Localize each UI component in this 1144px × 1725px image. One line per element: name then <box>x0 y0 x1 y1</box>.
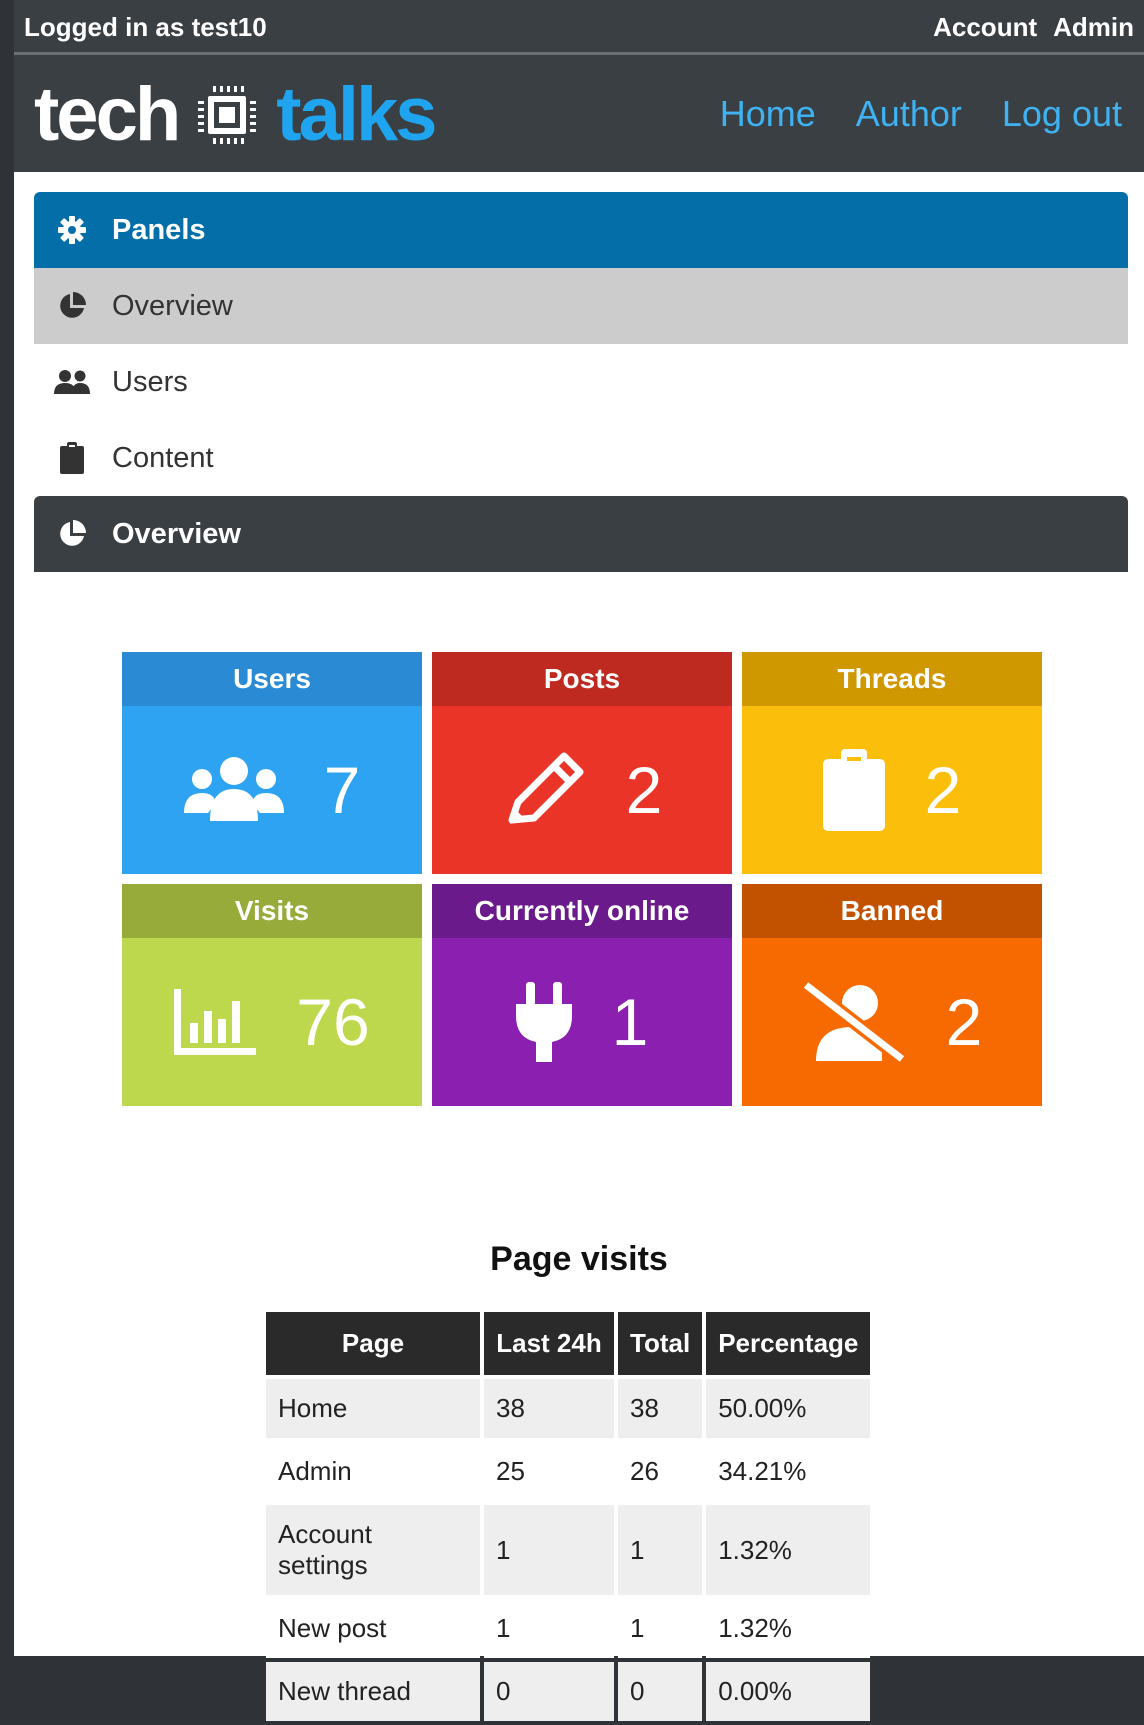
tile-label: Users <box>122 652 422 706</box>
nav-author[interactable]: Author <box>856 93 962 135</box>
plug-icon <box>515 982 572 1062</box>
tile-value: 1 <box>611 985 649 1059</box>
tile-users[interactable]: Users 7 <box>122 652 422 874</box>
tile-threads[interactable]: Threads 2 <box>742 652 1042 874</box>
table-header-row: Page Last 24h Total Percentage <box>266 1312 871 1375</box>
nav-home[interactable]: Home <box>720 93 816 135</box>
tile-visits[interactable]: Visits 76 <box>122 884 422 1106</box>
panels-title: Panels <box>112 213 206 246</box>
tile-value: 2 <box>945 985 983 1059</box>
table-cell: 1 <box>618 1505 703 1595</box>
tile-value: 2 <box>625 753 663 827</box>
sidebar-item-users[interactable]: Users <box>34 344 1128 420</box>
table-cell: Home <box>266 1379 480 1438</box>
users-icon <box>183 757 284 821</box>
pie-chart-icon <box>52 291 92 321</box>
tile-label: Currently online <box>432 884 732 938</box>
table-cell: 0 <box>484 1662 614 1721</box>
users-icon <box>52 368 92 396</box>
table-row: New thread 0 0 0.00% <box>266 1662 871 1721</box>
table-row: New post 1 1 1.32% <box>266 1599 871 1658</box>
table-cell: New thread <box>266 1662 480 1721</box>
tile-currently-online[interactable]: Currently online 1 <box>432 884 732 1106</box>
page-visits-title: Page visits <box>490 1240 668 1278</box>
panels-header: Panels <box>34 192 1128 268</box>
sidebar-item-label: Content <box>112 441 214 474</box>
gear-icon <box>52 215 92 245</box>
nav-logout[interactable]: Log out <box>1002 93 1122 135</box>
column-header: Last 24h <box>484 1312 614 1375</box>
tile-label: Visits <box>122 884 422 938</box>
tile-value: 7 <box>323 753 361 827</box>
top-bar-links: Account Admin <box>933 12 1134 43</box>
table-cell: Admin <box>266 1442 480 1501</box>
table-cell: 38 <box>618 1379 703 1438</box>
main-nav: Home Author Log out <box>720 93 1122 135</box>
logo-word-talks: talks <box>276 72 437 157</box>
account-link[interactable]: Account <box>933 12 1037 43</box>
table-cell: 50.00% <box>706 1379 871 1438</box>
main-content: Panels Overview Users Content Overview U… <box>14 172 1144 1721</box>
table-row: Admin 25 26 34.21% <box>266 1442 871 1501</box>
column-header: Total <box>618 1312 703 1375</box>
table-cell: 0 <box>618 1662 703 1721</box>
table-cell: 1 <box>484 1599 614 1658</box>
table-cell: 1 <box>484 1505 614 1595</box>
sidebar-item-label: Users <box>112 365 188 398</box>
table-cell: 26 <box>618 1442 703 1501</box>
left-border <box>0 0 14 1656</box>
table-cell: 25 <box>484 1442 614 1501</box>
tile-banned[interactable]: Banned 2 <box>742 884 1042 1106</box>
clipboard-icon <box>52 442 92 474</box>
tile-posts[interactable]: Posts 2 <box>432 652 732 874</box>
chip-icon <box>198 86 257 144</box>
table-row: Home 38 38 50.00% <box>266 1379 871 1438</box>
tile-label: Posts <box>432 652 732 706</box>
top-bar: Logged in as test10 Account Admin <box>14 0 1144 55</box>
table-cell: 34.21% <box>706 1442 871 1501</box>
table-cell: 0.00% <box>706 1662 871 1721</box>
clipboard-icon <box>822 749 885 831</box>
user-slash-icon <box>801 981 906 1063</box>
site-header: tech talks Home Author Log out <box>14 55 1144 172</box>
tile-value: 2 <box>924 753 962 827</box>
bar-chart-icon <box>174 989 257 1055</box>
table-cell: New post <box>266 1599 480 1658</box>
tile-value: 76 <box>296 985 370 1059</box>
overview-header: Overview <box>34 496 1128 572</box>
column-header: Percentage <box>706 1312 871 1375</box>
column-header: Page <box>266 1312 480 1375</box>
page-visits-table: Page Last 24h Total Percentage Home 38 3… <box>262 1308 874 1725</box>
overview-title: Overview <box>112 517 241 550</box>
table-cell: 1 <box>618 1599 703 1658</box>
table-row: Account settings 1 1 1.32% <box>266 1505 871 1595</box>
tile-label: Banned <box>742 884 1042 938</box>
table-cell: 1.32% <box>706 1599 871 1658</box>
table-cell: 1.32% <box>706 1505 871 1595</box>
table-cell: 38 <box>484 1379 614 1438</box>
pie-chart-icon <box>52 519 92 549</box>
sidebar-item-label: Overview <box>112 289 233 322</box>
sidebar-item-content[interactable]: Content <box>34 420 1128 496</box>
site-logo[interactable]: tech talks <box>34 72 438 157</box>
sidebar-item-overview[interactable]: Overview <box>34 268 1128 344</box>
tile-label: Threads <box>742 652 1042 706</box>
logo-word-tech: tech <box>34 72 181 157</box>
login-status: Logged in as test10 <box>24 12 267 42</box>
pencil-icon <box>508 752 584 824</box>
admin-link[interactable]: Admin <box>1053 12 1134 43</box>
table-cell: Account settings <box>266 1505 480 1595</box>
